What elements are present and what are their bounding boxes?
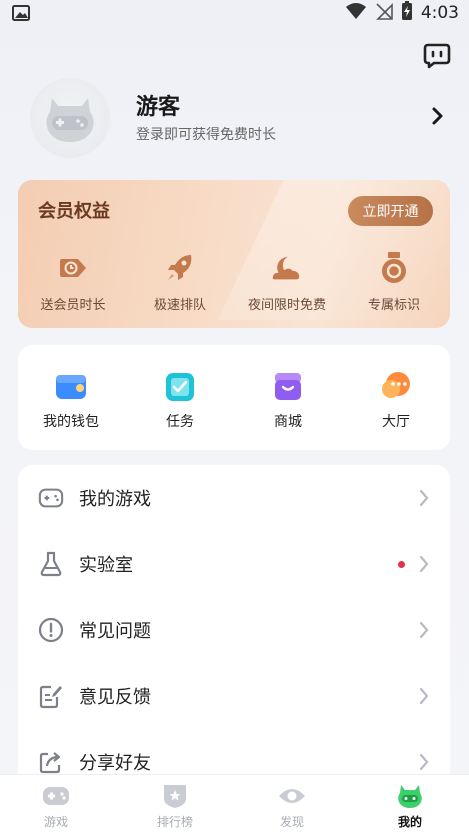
member-title: 会员权益 <box>38 201 110 222</box>
avatar[interactable] <box>30 78 110 158</box>
chevron-right-icon <box>418 621 430 639</box>
perk-label: 夜间限时免费 <box>247 298 326 313</box>
task-entry[interactable]: 任务 <box>140 369 220 431</box>
discover-tab-icon <box>277 783 307 809</box>
flask-icon <box>38 551 64 577</box>
mine-tab-icon <box>395 783 425 809</box>
chevron-right-icon <box>418 555 430 573</box>
username[interactable]: 游客 <box>136 89 180 121</box>
shop-entry[interactable]: 商城 <box>248 369 328 431</box>
menu-label: 实验室 <box>79 555 133 576</box>
perk-item[interactable]: 专属标识 <box>344 250 444 313</box>
quick-entry-card: 我的钱包 任务 商城 大厅 <box>18 345 450 450</box>
quick-label: 任务 <box>166 414 194 430</box>
tab-discover[interactable]: 发现 <box>252 783 332 830</box>
status-time: 4:03 <box>420 3 459 23</box>
exclamation-circle-icon <box>38 617 64 643</box>
perk-label: 专属标识 <box>367 298 420 313</box>
menu-item-my-games[interactable]: 我的游戏 <box>18 465 450 531</box>
shop-icon <box>271 369 305 403</box>
perk-label: 极速排队 <box>153 298 206 313</box>
tab-ranking[interactable]: 排行榜 <box>135 783 215 830</box>
status-bar: 4:03 <box>0 0 469 28</box>
tab-mine[interactable]: 我的 <box>370 783 450 830</box>
perk-label: 送会员时长 <box>40 298 106 313</box>
wallet-entry[interactable]: 我的钱包 <box>31 369 111 431</box>
robot-avatar-icon <box>46 98 94 142</box>
menu-label: 意见反馈 <box>79 687 151 708</box>
quick-label: 我的钱包 <box>43 414 99 430</box>
quick-label: 商城 <box>274 414 302 430</box>
chevron-right-icon <box>418 489 430 507</box>
battery-charging-icon <box>401 1 413 25</box>
perk-item[interactable]: 夜间限时免费 <box>237 250 337 313</box>
menu-item-lab[interactable]: 实验室 <box>18 531 450 597</box>
rocket-icon <box>162 250 198 286</box>
menu-item-faq[interactable]: 常见问题 <box>18 597 450 663</box>
rank-tab-icon <box>160 783 190 809</box>
chat-hall-icon <box>379 369 413 403</box>
no-signal-icon <box>375 2 393 24</box>
menu-label: 分享好友 <box>79 753 151 774</box>
gamepad-icon <box>38 485 64 511</box>
perk-item[interactable]: 极速排队 <box>130 250 230 313</box>
menu-label: 我的游戏 <box>79 489 151 510</box>
tab-games[interactable]: 游戏 <box>16 783 96 830</box>
clock-tag-icon <box>55 250 91 286</box>
tab-label: 游戏 <box>43 815 68 829</box>
menu-label: 常见问题 <box>79 621 151 642</box>
tab-label: 我的 <box>397 815 422 829</box>
medal-icon <box>376 250 412 286</box>
login-hint[interactable]: 登录即可获得免费时长 <box>136 124 276 144</box>
task-icon <box>163 369 197 403</box>
menu-list: 我的游戏 实验室 常见问题 意见反馈 分享好友 <box>18 465 450 795</box>
perk-item[interactable]: 送会员时长 <box>23 250 123 313</box>
wallet-icon <box>54 369 88 403</box>
bottom-nav: 游戏 排行榜 发现 我的 <box>0 774 469 834</box>
member-benefits-card[interactable]: 会员权益 立即开通 送会员时长 极速排队 夜间限时免费 专属标识 <box>18 180 450 328</box>
moon-cloud-icon <box>269 250 305 286</box>
new-badge-dot <box>398 560 405 568</box>
open-membership-button[interactable]: 立即开通 <box>348 196 433 226</box>
tab-label: 发现 <box>279 815 304 829</box>
game-tab-icon <box>41 783 71 809</box>
image-notification-icon <box>12 5 30 21</box>
hall-entry[interactable]: 大厅 <box>356 369 436 431</box>
wifi-icon <box>345 2 367 24</box>
share-icon <box>38 749 64 775</box>
message-icon <box>423 43 451 69</box>
profile-chevron-icon[interactable] <box>430 106 446 126</box>
edit-note-icon <box>38 683 64 709</box>
menu-item-feedback[interactable]: 意见反馈 <box>18 663 450 729</box>
chevron-right-icon <box>418 753 430 771</box>
chevron-right-icon <box>418 687 430 705</box>
tab-label: 排行榜 <box>156 815 193 829</box>
message-button[interactable] <box>420 40 454 72</box>
quick-label: 大厅 <box>382 414 410 430</box>
